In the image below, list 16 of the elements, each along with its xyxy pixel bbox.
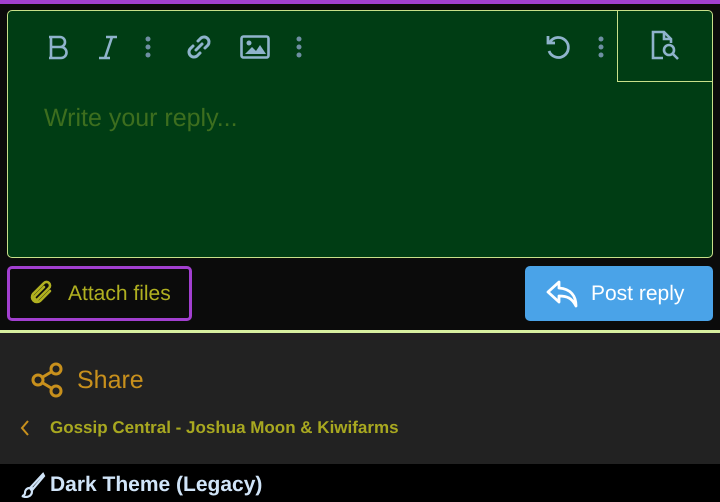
paintbrush-icon [20,472,46,498]
attach-files-button[interactable]: Attach files [7,266,192,321]
more-options-button[interactable] [296,36,302,58]
back-chevron-icon [20,420,30,436]
more-options-button[interactable] [598,36,604,58]
share-icon [31,362,63,398]
breadcrumb-link[interactable]: Gossip Central - Joshua Moon & Kiwifarms [50,418,399,438]
more-options-button[interactable] [145,36,151,58]
preview-icon [649,30,681,62]
share-button[interactable]: Share [0,333,144,398]
bold-button[interactable] [47,34,71,60]
italic-button[interactable] [97,34,119,60]
preview-button[interactable] [617,11,712,82]
image-button[interactable] [240,34,270,58]
reply-arrow-icon [545,278,579,308]
placeholder-text: Write your reply... [44,104,238,132]
